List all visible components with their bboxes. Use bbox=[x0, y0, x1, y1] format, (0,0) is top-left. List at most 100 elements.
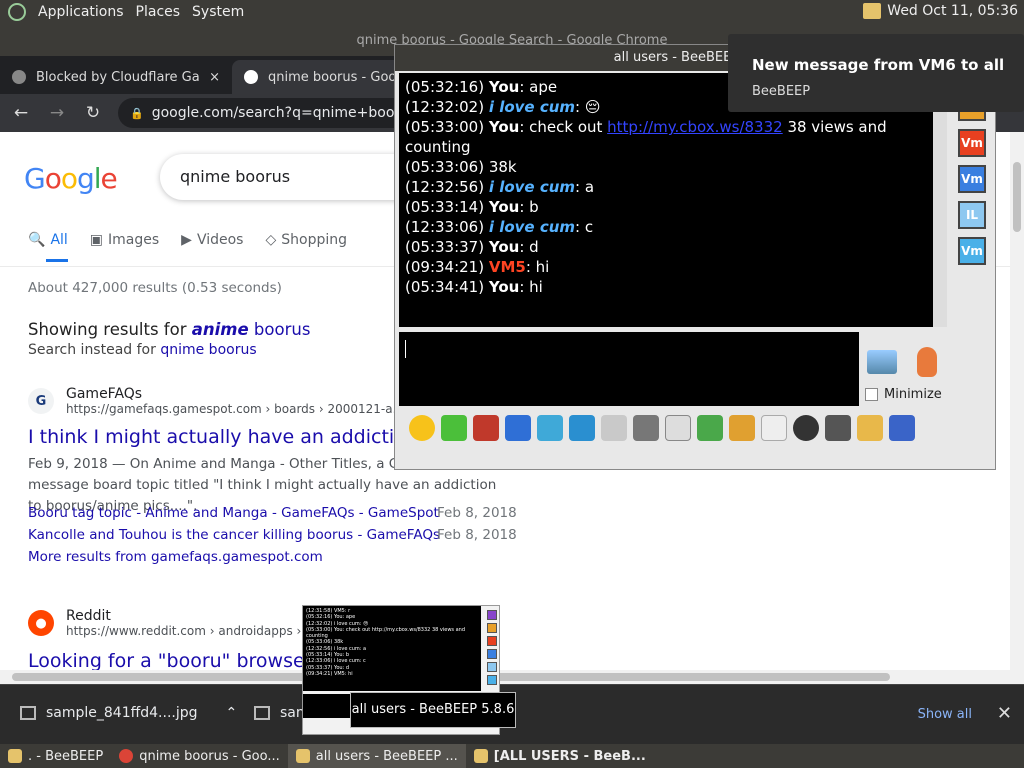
menu-applications[interactable]: Applications bbox=[38, 4, 124, 20]
checkbox-box[interactable] bbox=[865, 388, 878, 401]
tab-shopping[interactable]: ◇ Shopping bbox=[265, 232, 347, 248]
user-avatar-icon[interactable]: IL bbox=[958, 201, 986, 229]
message-time: (09:34:21) bbox=[405, 258, 489, 276]
top-panel: Applications Places System Wed Oct 11, 0… bbox=[0, 0, 1024, 24]
compose-icon[interactable] bbox=[633, 415, 659, 441]
task-beebeep-all-users-chat[interactable]: [ALL USERS - BeeB... bbox=[466, 744, 654, 768]
microphone-icon[interactable] bbox=[917, 347, 937, 377]
send-file-icon[interactable] bbox=[697, 415, 723, 441]
save-icon[interactable] bbox=[889, 415, 915, 441]
sub-result-link[interactable]: Kancolle and Touhou is the cancer killin… bbox=[28, 527, 440, 543]
thumbnail-chat: (12:31:58) VM5: r (05:32:16) You: ape (12:… bbox=[303, 606, 481, 691]
chevron-up-icon[interactable]: ⌃ bbox=[226, 705, 238, 721]
send-folder-icon[interactable] bbox=[729, 415, 755, 441]
font-icon[interactable] bbox=[473, 415, 499, 441]
horizontal-scrollbar[interactable] bbox=[0, 670, 1024, 684]
message-author: You bbox=[488, 118, 520, 136]
note-icon[interactable] bbox=[665, 415, 691, 441]
chat-message: (05:34:41) You: hi bbox=[405, 277, 927, 297]
message-text: : hi bbox=[519, 278, 543, 296]
task-beebeep-all-users[interactable]: all users - BeeBEEP ... bbox=[287, 744, 466, 768]
beebeep-app-icon bbox=[473, 749, 488, 763]
lock-icon[interactable]: 🔒 bbox=[130, 107, 144, 120]
original-query-link[interactable]: qnime boorus bbox=[160, 342, 256, 358]
task-chrome[interactable]: qnime boorus - Goo... bbox=[111, 744, 288, 768]
tab-all[interactable]: 🔍 All bbox=[28, 232, 68, 248]
send-button[interactable] bbox=[867, 350, 897, 374]
filter-icon[interactable] bbox=[537, 415, 563, 441]
scroll-thumb[interactable] bbox=[1013, 162, 1021, 232]
result-title-link[interactable]: I think I might actually have an addicti… bbox=[28, 426, 431, 448]
download-item[interactable]: sample_841ffd4....jpg ⌃ bbox=[20, 705, 237, 721]
code-icon[interactable] bbox=[761, 415, 787, 441]
distro-logo-icon[interactable] bbox=[8, 3, 26, 21]
vertical-scrollbar[interactable] bbox=[1010, 132, 1024, 672]
menu-system[interactable]: System bbox=[192, 4, 244, 20]
minimize-checkbox[interactable]: Minimize bbox=[865, 387, 942, 402]
tag-icon: ◇ bbox=[265, 232, 277, 248]
show-all-downloads-button[interactable]: Show all bbox=[918, 707, 972, 722]
result-source-gamefaqs[interactable]: G GameFAQs https://gamefaqs.gamespot.com… bbox=[28, 386, 404, 416]
terminal-icon[interactable] bbox=[825, 415, 851, 441]
tab-videos[interactable]: ▶ Videos bbox=[181, 232, 243, 248]
user-avatar bbox=[487, 636, 497, 646]
chat-toolbar bbox=[399, 411, 993, 445]
gamefaqs-favicon-icon: G bbox=[28, 388, 54, 414]
message-author: You bbox=[488, 278, 520, 296]
task-beebeep-dot[interactable]: . - BeeBEEP bbox=[0, 744, 111, 768]
emoticon-icon[interactable] bbox=[409, 415, 435, 441]
reload-icon[interactable]: ↻ bbox=[82, 103, 104, 123]
message-author: You bbox=[488, 198, 520, 216]
chat-message: (05:33:00) You: check out http://my.cbox… bbox=[405, 117, 927, 157]
forward-icon[interactable]: → bbox=[46, 103, 68, 123]
beebeep-tray-icon[interactable] bbox=[863, 3, 882, 19]
play-icon: ▶ bbox=[181, 232, 192, 248]
message-author: i love cum bbox=[488, 98, 576, 116]
message-text: : ape bbox=[519, 78, 558, 96]
message-time: (05:33:37) bbox=[405, 238, 489, 256]
user-avatar-icon[interactable]: Vm bbox=[958, 129, 986, 157]
thumbnail-line: (05:33:00) You: check out http://my.cbox… bbox=[306, 626, 466, 640]
sub-result-date: Feb 8, 2018 bbox=[437, 527, 517, 543]
taskbar: . - BeeBEEP qnime boorus - Goo... all us… bbox=[0, 744, 1024, 768]
search-tabs: 🔍 All ▣ Images ▶ Videos ◇ Shopping bbox=[28, 232, 347, 248]
color-icon[interactable] bbox=[505, 415, 531, 441]
more-results-link[interactable]: More results from gamefaqs.gamespot.com bbox=[28, 549, 323, 565]
user-avatar bbox=[487, 623, 497, 633]
result-source-reddit[interactable]: ● Reddit https://www.reddit.com › androi… bbox=[28, 608, 343, 638]
message-author: You bbox=[488, 238, 520, 256]
text-caret bbox=[405, 340, 406, 358]
tab-cloudflare[interactable]: Blocked by Cloudflare Gateway × bbox=[0, 60, 232, 94]
thumbnail-users bbox=[487, 610, 499, 688]
beebeep-app-icon bbox=[8, 749, 22, 763]
result-stats: About 427,000 results (0.53 seconds) bbox=[28, 280, 282, 296]
message-link[interactable]: http://my.cbox.ws/8332 bbox=[607, 118, 783, 136]
notification-popup[interactable]: New message from VM6 to all BeeBEEP bbox=[728, 34, 1024, 112]
corrected-query-link[interactable]: anime boorus bbox=[192, 320, 311, 339]
google-logo[interactable]: Google bbox=[24, 162, 118, 195]
chat-message: (05:33:37) You: d bbox=[405, 237, 927, 257]
layers-icon[interactable] bbox=[441, 415, 467, 441]
chrome-app-icon bbox=[119, 749, 134, 763]
clock[interactable]: Wed Oct 11, 05:36 bbox=[887, 3, 1018, 19]
settings-icon[interactable] bbox=[569, 415, 595, 441]
message-input[interactable] bbox=[399, 332, 859, 406]
close-tab-icon[interactable]: × bbox=[209, 70, 220, 85]
menu-places[interactable]: Places bbox=[136, 4, 181, 20]
screenshot-icon[interactable] bbox=[793, 415, 819, 441]
message-time: (05:33:00) bbox=[405, 118, 489, 136]
sub-result-link[interactable]: Booru tag topic - Anime and Manga - Game… bbox=[28, 505, 439, 521]
message-time: (05:32:16) bbox=[405, 78, 489, 96]
user-avatar-icon[interactable]: Vm bbox=[958, 237, 986, 265]
showing-results-for: Showing results for anime boorus bbox=[28, 320, 311, 339]
edit-icon[interactable] bbox=[857, 415, 883, 441]
spellcheck-icon[interactable] bbox=[601, 415, 627, 441]
close-icon[interactable]: ✕ bbox=[997, 703, 1012, 724]
chat-message: (12:33:06) i love cum: c bbox=[405, 217, 927, 237]
thumbnail-line: (09:34:21) VM5: hi bbox=[306, 670, 353, 677]
image-icon: ▣ bbox=[89, 232, 104, 248]
tab-images[interactable]: ▣ Images bbox=[90, 232, 159, 248]
result-title-link[interactable]: Looking for a "booru" browser bbox=[28, 650, 312, 672]
back-icon[interactable]: ← bbox=[10, 103, 32, 123]
user-avatar-icon[interactable]: Vm bbox=[958, 165, 986, 193]
